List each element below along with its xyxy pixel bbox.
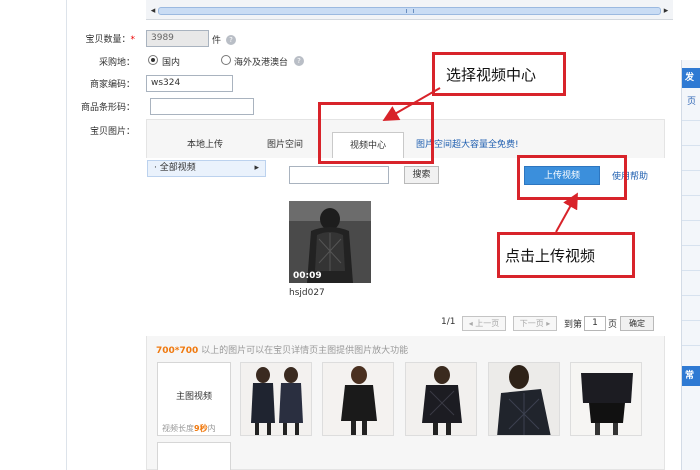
annotation-arrows: [382, 87, 578, 233]
arrow-to-video-center: [382, 87, 441, 121]
arrow-to-upload-button: [555, 192, 578, 233]
